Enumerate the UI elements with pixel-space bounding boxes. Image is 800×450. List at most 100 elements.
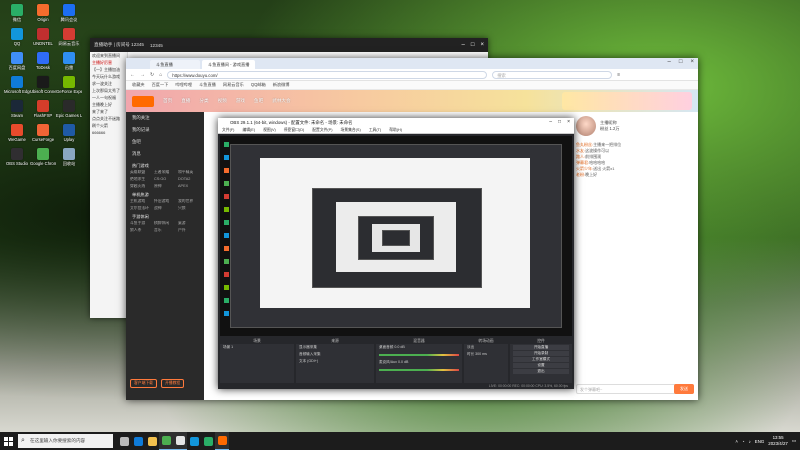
bookmark-link[interactable]: QQ邮箱 — [251, 82, 266, 88]
clock[interactable]: 13:55 2023/4/27 — [768, 435, 788, 447]
back-icon[interactable]: ← — [130, 72, 135, 78]
chat-line[interactable]: 主播晚上好 — [90, 101, 127, 108]
volume-meter[interactable] — [379, 369, 459, 371]
sidebar-category-link[interactable]: 户外 — [178, 228, 200, 233]
sidebar-category-link[interactable]: 音乐 — [154, 228, 176, 233]
browser-tab[interactable]: 斗鱼直播 — [150, 60, 200, 69]
desktop-icon[interactable]: 网易云音乐 — [56, 28, 82, 46]
desktop-icon[interactable]: FlashFXP — [30, 100, 56, 118]
taskbar-search-input[interactable]: 在这里输入你要搜索的内容 — [18, 434, 113, 448]
chat-line[interactable]: 求一波关注 — [90, 80, 127, 87]
obs-control-button[interactable]: 工作室模式 — [513, 357, 569, 362]
obs-dock-row[interactable]: 淡出 — [464, 344, 508, 351]
desktop-icon[interactable]: WeGame — [4, 124, 30, 142]
streamer-card[interactable]: 主播昵称 粉丝 1.2万 — [572, 112, 698, 140]
obs-dock-row[interactable]: 桌面音频 0.0 dB — [376, 344, 462, 351]
bookmark-link[interactable]: 网易云音乐 — [223, 82, 244, 88]
obs-dock-row[interactable]: 场景 1 — [220, 344, 294, 351]
sidebar-category-link[interactable]: 原神 — [154, 184, 176, 189]
desktop-icon[interactable]: Microsoft Edge — [4, 76, 30, 94]
desktop-icon[interactable]: Epic Games Launcher — [56, 100, 82, 118]
desktop-icon[interactable]: ToDesk — [30, 52, 56, 70]
url-input[interactable]: https://www.douyu.com/ — [167, 70, 488, 79]
obs-dock-row[interactable]: 文本 (GDI+) — [296, 358, 374, 365]
chat-line[interactable]: 一人一句祝福 — [90, 94, 127, 101]
obs-menu-item[interactable]: 场景集合(S) — [340, 127, 360, 133]
nav-link[interactable]: 游戏 — [236, 98, 245, 104]
desktop-icon[interactable]: Ubisoft Connect — [30, 76, 56, 94]
send-button[interactable]: 发送 — [674, 384, 694, 394]
desktop-icon[interactable]: Google Chrome — [30, 148, 56, 166]
minimize-icon[interactable]: – — [668, 59, 671, 65]
bookmark-link[interactable]: 新浪微博 — [273, 82, 290, 88]
taskbar-app-douyu[interactable] — [215, 432, 229, 450]
browser-tab[interactable]: 斗鱼直播间 - 游戏直播 — [202, 60, 256, 69]
avatar[interactable] — [576, 116, 596, 136]
sidebar-category-link[interactable]: 棋牌休闲 — [154, 221, 176, 226]
start-button[interactable] — [0, 432, 16, 450]
desktop-icon[interactable]: 腾讯会议 — [56, 4, 82, 22]
sidebar-category-link[interactable]: 桌游 — [178, 221, 200, 226]
minimize-icon[interactable]: – — [549, 118, 552, 127]
taskbar-app-wechat[interactable] — [201, 432, 215, 450]
sidebar-category-link[interactable]: DOTA2 — [178, 177, 200, 182]
chevron-up-icon[interactable]: ˄ — [735, 439, 738, 444]
notification-icon[interactable]: ▭ — [792, 438, 796, 444]
danmaku-user[interactable]: 水友: — [576, 148, 585, 153]
obs-dock-row[interactable]: 麦克风/Aux 0.0 dB — [376, 359, 462, 366]
sidebar-category-link[interactable]: 绝地求生 — [130, 177, 152, 182]
chat-message-list[interactable]: 欢迎来到直播间 主播好厉害 【一】主播加油 今天玩什么游戏 求一波关注 上次那局太秀了 一人… — [90, 52, 128, 318]
desktop-icon[interactable]: Steam — [4, 100, 30, 118]
site-logo[interactable] — [132, 95, 154, 107]
sidebar-category-link[interactable]: CS:GO — [154, 177, 176, 182]
taskbar-app-edge[interactable] — [131, 432, 145, 450]
danmaku-user[interactable]: 老粉: — [576, 172, 585, 177]
bookmark-link[interactable]: 斗鱼直播 — [199, 82, 216, 88]
desktop-icon[interactable]: 百度网盘 — [4, 52, 30, 70]
obs-dock-row[interactable]: 时长 300 ms — [464, 351, 508, 358]
sidebar-item[interactable]: 我的关注 — [126, 112, 204, 124]
sidebar-category-link[interactable]: 战神 — [154, 206, 176, 211]
desktop-icon[interactable]: Origin — [30, 4, 56, 22]
bookmark-link[interactable]: 哔哩哔哩 — [175, 82, 192, 88]
sidebar-category-link[interactable]: 穿越火线 — [130, 184, 152, 189]
bookmark-link[interactable]: 百度一下 — [152, 82, 169, 88]
chat-line[interactable]: 今天玩什么游戏 — [90, 73, 127, 80]
language-indicator[interactable]: ENG — [755, 439, 765, 444]
bookmark-link[interactable]: 收藏夹 — [132, 82, 145, 88]
desktop-icon[interactable]: Uplay — [56, 124, 82, 142]
menu-icon[interactable]: ≡ — [617, 72, 620, 78]
sidebar-category-link[interactable]: 和平精英 — [178, 170, 200, 175]
close-icon[interactable]: × — [480, 42, 484, 48]
sidebar-category-link[interactable]: APEX — [178, 184, 200, 189]
sidebar-button[interactable]: 开播教程 — [160, 379, 185, 388]
sidebar-category-link[interactable]: 怀旧游戏 — [154, 199, 176, 204]
taskbar-app-obs[interactable] — [173, 432, 187, 450]
sidebar-category-link[interactable]: 英雄联盟 — [130, 170, 152, 175]
chat-line[interactable]: 来了来了 — [90, 108, 127, 115]
sidebar-item[interactable]: 鱼吧 — [126, 136, 204, 148]
desktop-icon[interactable]: OBS Studio — [4, 148, 30, 166]
taskbar-app-qq[interactable] — [187, 432, 201, 450]
danmaku-user[interactable]: 火箭少年: — [576, 166, 593, 171]
nav-link[interactable]: 鱼吧 — [254, 98, 263, 104]
network-icon[interactable]: ◔ — [742, 439, 745, 444]
nav-link[interactable]: 首页 — [163, 98, 172, 104]
chat-line[interactable]: 刷个火箭 — [90, 122, 127, 129]
chat-line[interactable]: 666666 — [90, 129, 127, 136]
obs-control-button[interactable]: 开始录制 — [513, 351, 569, 356]
desktop-icon[interactable]: QQ — [4, 28, 30, 46]
obs-window[interactable]: OBS 29.1.1 (64-bit, windows) - 配置文件: 未命名… — [218, 118, 574, 389]
sidebar-button[interactable]: 客户端下载 — [130, 379, 157, 388]
obs-dock-row[interactable]: 显示器采集 — [296, 344, 374, 351]
nav-link[interactable]: 直播 — [181, 98, 190, 104]
sidebar-category-link[interactable]: 狼人杀 — [130, 228, 152, 233]
desktop-icon[interactable]: CurseForge — [30, 124, 56, 142]
header-banner[interactable] — [562, 92, 692, 110]
desktop-icon[interactable]: 微信 — [4, 4, 30, 22]
taskbar-app-chrome[interactable] — [159, 432, 173, 450]
sidebar-category-link[interactable]: 只狼 — [178, 206, 200, 211]
obs-control-button[interactable]: 设置 — [513, 363, 569, 368]
minimize-icon[interactable]: – — [462, 42, 465, 48]
close-icon[interactable]: × — [690, 59, 694, 65]
